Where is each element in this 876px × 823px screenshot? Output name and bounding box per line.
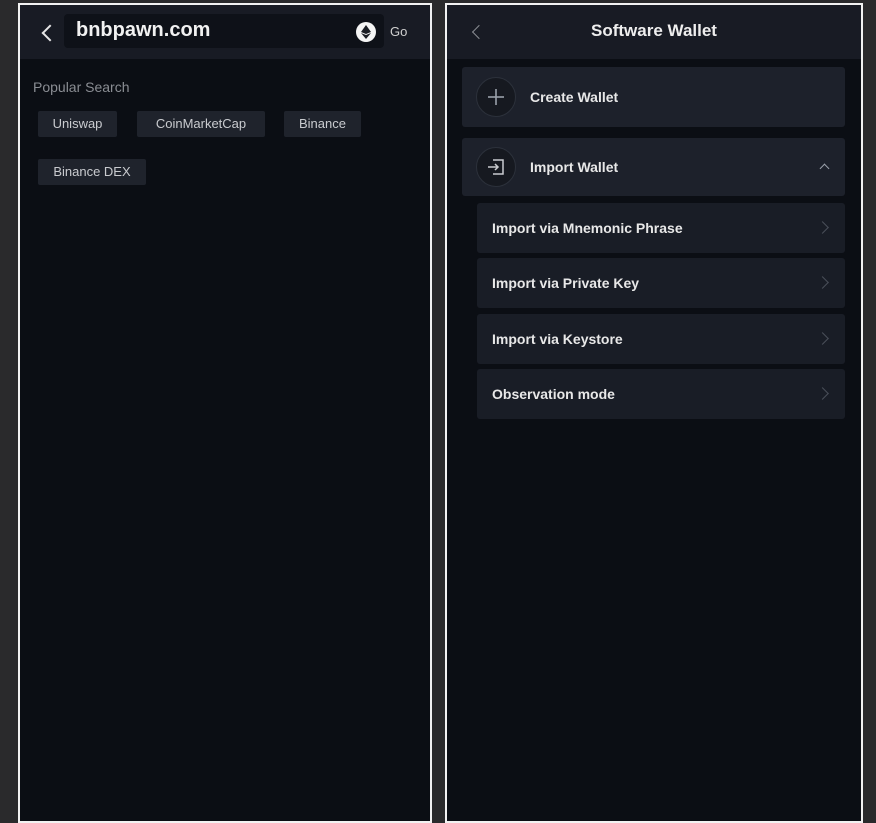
import-keystore-item[interactable]: Import via Keystore bbox=[477, 314, 845, 364]
import-mnemonic-label: Import via Mnemonic Phrase bbox=[492, 220, 683, 236]
import-private-key-label: Import via Private Key bbox=[492, 275, 640, 291]
chevron-right-icon bbox=[816, 387, 829, 400]
import-mnemonic-item[interactable]: Import via Mnemonic Phrase bbox=[477, 203, 845, 253]
page-title: Software Wallet bbox=[591, 21, 717, 40]
wallet-header: Software Wallet bbox=[447, 5, 861, 59]
plus-icon bbox=[476, 77, 516, 117]
browser-header: bnbpawn.com Go bbox=[20, 5, 430, 59]
chip-uniswap[interactable]: Uniswap bbox=[38, 111, 117, 137]
import-keystore-label: Import via Keystore bbox=[492, 331, 623, 347]
popular-search-label: Popular Search bbox=[33, 79, 130, 95]
import-icon bbox=[476, 147, 516, 187]
url-text: bnbpawn.com bbox=[76, 19, 211, 41]
ethereum-icon[interactable] bbox=[356, 22, 376, 42]
browser-screen: bnbpawn.com Go Popular Search Uniswap Co… bbox=[18, 3, 432, 823]
chip-binance[interactable]: Binance bbox=[284, 111, 361, 137]
create-wallet-label: Create Wallet bbox=[530, 89, 619, 105]
chevron-left-icon[interactable] bbox=[41, 24, 59, 42]
chip-binance-dex[interactable]: Binance DEX bbox=[38, 159, 146, 185]
chevron-right-icon bbox=[816, 332, 829, 345]
url-input[interactable]: bnbpawn.com bbox=[64, 14, 384, 48]
import-private-key-item[interactable]: Import via Private Key bbox=[477, 258, 845, 308]
chevron-right-icon bbox=[816, 276, 829, 289]
go-button[interactable]: Go bbox=[390, 24, 407, 39]
chevron-right-icon bbox=[816, 221, 829, 234]
observation-mode-item[interactable]: Observation mode bbox=[477, 369, 845, 419]
import-wallet-label: Import Wallet bbox=[530, 159, 619, 175]
chevron-up-icon[interactable] bbox=[819, 163, 830, 174]
wallet-screen: Software Wallet Create Wallet Import Wal… bbox=[445, 3, 863, 823]
import-wallet-button[interactable]: Import Wallet bbox=[462, 138, 845, 196]
create-wallet-button[interactable]: Create Wallet bbox=[462, 67, 845, 127]
observation-mode-label: Observation mode bbox=[492, 386, 615, 402]
chip-coinmarketcap[interactable]: CoinMarketCap bbox=[137, 111, 265, 137]
